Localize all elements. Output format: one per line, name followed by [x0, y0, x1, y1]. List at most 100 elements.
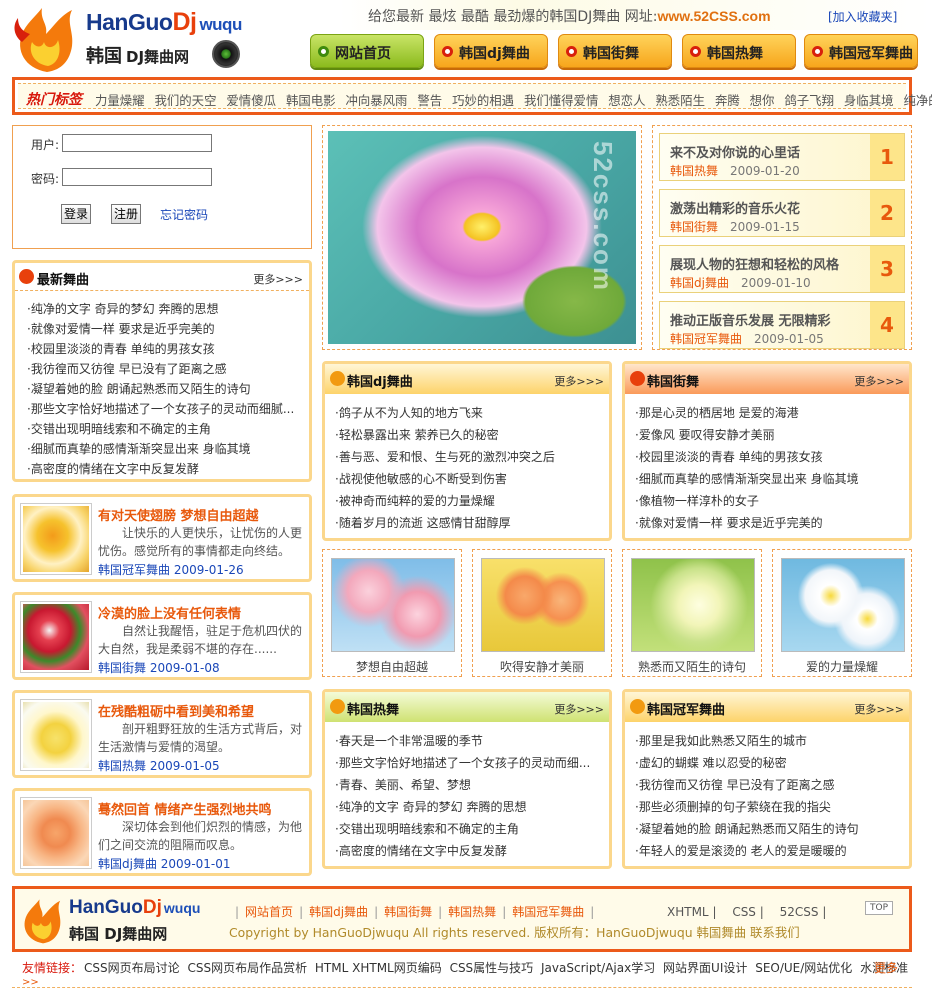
nav-home[interactable]: 网站首页 [310, 34, 424, 68]
forgot-password-link[interactable]: 忘记密码 [160, 206, 208, 223]
feature-thumbnail[interactable] [20, 503, 92, 575]
more-link[interactable]: 更多>>> [854, 701, 904, 717]
list-item[interactable]: ·我彷徨而又彷徨 早已没有了距离之感 [27, 362, 227, 376]
list-item[interactable]: ·像植物一样淳朴的女子 [635, 494, 759, 508]
rank-item[interactable]: 激荡出精彩的音乐火花 韩国街舞 2009-01-15 2 [659, 189, 905, 237]
list-item[interactable]: ·轻松暴露出来 萦养已久的秘密 [335, 428, 499, 442]
footer-link[interactable]: 韩国dj舞曲 [309, 905, 368, 919]
footer-link[interactable]: 韩国街舞 [384, 905, 432, 919]
list-item[interactable]: ·高密度的情绪在文字中反复发酵 [27, 462, 199, 476]
hot-tag[interactable]: 奔腾 [715, 93, 740, 108]
list-item[interactable]: ·战视使他敏感的心不断受到伤害 [335, 472, 507, 486]
list-item[interactable]: ·随着岁月的流逝 这感情甘甜醇厚 [335, 516, 511, 530]
hot-tag[interactable]: 巧妙的相遇 [452, 93, 514, 108]
footer-link[interactable]: 韩国冠军舞曲 [512, 905, 584, 919]
friend-link[interactable]: 网站界面UI设计 [663, 961, 747, 975]
nav-dj[interactable]: 韩国dj舞曲 [434, 34, 548, 68]
list-item[interactable]: ·青春、美丽、希望、梦想 [335, 778, 471, 792]
feature-thumbnail[interactable] [20, 699, 92, 771]
latest-more-link[interactable]: 更多>>> [253, 271, 303, 287]
rank-item[interactable]: 来不及对你说的心里话 韩国热舞 2009-01-20 1 [659, 133, 905, 181]
feature-thumbnail[interactable] [20, 797, 92, 869]
hot-tag[interactable]: 鸽子飞翔 [784, 93, 834, 108]
hot-tag[interactable]: 爱情傻瓜 [226, 93, 276, 108]
list-item[interactable]: ·年轻人的爱是滚烫的 老人的爱是暖暖的 [635, 844, 847, 858]
hot-tag[interactable]: 警告 [417, 93, 442, 108]
list-item[interactable]: ·纯净的文字 奇异的梦幻 奔腾的思想 [27, 302, 218, 316]
list-item[interactable]: ·纯净的文字 奇异的梦幻 奔腾的思想 [335, 800, 526, 814]
photo-card[interactable]: 吹得安静才美丽 [472, 549, 612, 677]
friend-more-link[interactable]: 更多 [874, 959, 898, 976]
feature-item[interactable]: 在残酷粗砺中看到美和希望 剖开粗野狂放的生活方式背后，对生活激情与爱情的渴望。 … [12, 690, 312, 778]
footer-logo[interactable]: HanGuoDj wuqu 韩国 DJ舞曲网 [19, 893, 219, 947]
list-item[interactable]: ·细腻而真挚的感情渐渐突显出来 身临其境 [635, 472, 859, 486]
feature-thumbnail[interactable] [20, 601, 92, 673]
list-item[interactable]: ·那里是我如此熟悉又陌生的城市 [635, 734, 807, 748]
list-item[interactable]: ·凝望着她的脸 朗诵起熟悉而又陌生的诗句 [635, 822, 859, 836]
feature-title[interactable]: 蓦然回首 情绪产生强烈地共鸣 [98, 799, 272, 818]
list-item[interactable]: ·那些文字恰好地描述了一个女孩子的灵动而细... [335, 756, 590, 770]
standard-link[interactable]: XHTML [667, 905, 709, 919]
photo-image[interactable] [631, 558, 755, 652]
hot-tag[interactable]: 身临其境 [844, 93, 894, 108]
photo-card[interactable]: 爱的力量燥耀 [772, 549, 912, 677]
list-item[interactable]: ·凝望着她的脸 朗诵起熟悉而又陌生的诗句 [27, 382, 251, 396]
friend-link[interactable]: CSS网页布局讨论 [84, 961, 180, 975]
featured-photo[interactable]: 52css.com [322, 125, 642, 350]
friend-link[interactable]: JavaScript/Ajax学习 [541, 961, 655, 975]
login-button[interactable]: 登录 [61, 204, 92, 224]
hot-tag[interactable]: 纯净的文字 [903, 93, 932, 108]
nav-hot[interactable]: 韩国热舞 [682, 34, 796, 68]
hot-tag[interactable]: 我们的天空 [155, 93, 217, 108]
username-input[interactable] [62, 134, 212, 152]
password-input[interactable] [62, 168, 212, 186]
friend-link[interactable]: SEO/UE/网站优化 [755, 961, 852, 975]
rank-item[interactable]: 展现人物的狂想和轻松的风格 韩国dj舞曲 2009-01-10 3 [659, 245, 905, 293]
feature-item[interactable]: 冷漠的脸上没有任何表情 自然让我醒悟，驻足于危机四伏的大自然，我是柔弱不堪的存在… [12, 592, 312, 680]
friend-link[interactable]: CSS网页布局作品赏析 [187, 961, 307, 975]
nav-street[interactable]: 韩国街舞 [558, 34, 672, 68]
photo-image[interactable] [781, 558, 905, 652]
footer-link[interactable]: 网站首页 [245, 905, 293, 919]
list-item[interactable]: ·就像对爱情一样 要求是近乎完美的 [635, 516, 823, 530]
list-item[interactable]: ·细腻而真挚的感情渐渐突显出来 身临其境 [27, 442, 251, 456]
standard-link[interactable]: 52CSS [780, 905, 819, 919]
list-item[interactable]: ·善与恶、爱和恨、生与死的激烈冲突之后 [335, 450, 555, 464]
photo-card[interactable]: 熟悉而又陌生的诗句 [622, 549, 762, 677]
list-item[interactable]: ·爱像风 要叹得安静才美丽 [635, 428, 775, 442]
list-item[interactable]: ·鸽子从不为人知的地方飞来 [335, 406, 483, 420]
hot-tag[interactable]: 想恋人 [608, 93, 645, 108]
list-item[interactable]: ·就像对爱情一样 要求是近乎完美的 [27, 322, 215, 336]
feature-item[interactable]: 有对天使翅膀 梦想自由超越 让快乐的人更快乐，让忧伤的人更忧伤。感觉所有的事情都… [12, 494, 312, 582]
list-item[interactable]: ·高密度的情绪在文字中反复发酵 [335, 844, 507, 858]
photo-image[interactable] [481, 558, 605, 652]
hot-tag[interactable]: 力量燥耀 [95, 93, 145, 108]
list-item[interactable]: ·春天是一个非常温暖的季节 [335, 734, 483, 748]
rank-item[interactable]: 推动正版音乐发展 无限精彩 韩国冠军舞曲 2009-01-05 4 [659, 301, 905, 349]
standard-link[interactable]: CSS [732, 905, 756, 919]
register-button[interactable]: 注册 [111, 204, 142, 224]
more-link[interactable]: 更多>>> [554, 373, 604, 389]
list-item[interactable]: ·交错出现明暗线索和不确定的主角 [27, 422, 211, 436]
list-item[interactable]: ·那些文字恰好地描述了一个女孩子的灵动而细腻... [27, 402, 294, 416]
photo-card[interactable]: 梦想自由超越 [322, 549, 462, 677]
list-item[interactable]: ·虚幻的蝴蝶 难以忍受的秘密 [635, 756, 787, 770]
list-item[interactable]: ·交错出现明暗线索和不确定的主角 [335, 822, 519, 836]
feature-item[interactable]: 蓦然回首 情绪产生强烈地共鸣 深切体会到他们炽烈的情感，为他们之间交流的阻隔而叹… [12, 788, 312, 876]
hot-tag[interactable]: 冲向暴风雨 [345, 93, 407, 108]
back-to-top-button[interactable]: TOP [864, 901, 893, 915]
hot-tag[interactable]: 韩国电影 [286, 93, 336, 108]
lotus-image[interactable]: 52css.com [328, 131, 636, 344]
more-link[interactable]: 更多>>> [854, 373, 904, 389]
site-logo[interactable]: HanGuoDj wuqu 韩国 DJ舞曲网 [10, 2, 280, 74]
more-link[interactable]: 更多>>> [554, 701, 604, 717]
feature-title[interactable]: 有对天使翅膀 梦想自由超越 [98, 505, 259, 524]
footer-link[interactable]: 韩国热舞 [448, 905, 496, 919]
hot-tag[interactable]: 熟悉陌生 [655, 93, 705, 108]
list-item[interactable]: ·那是心灵的栖居地 是爱的海港 [635, 406, 799, 420]
list-item[interactable]: ·我彷徨而又彷徨 早已没有了距离之感 [635, 778, 835, 792]
hot-tag[interactable]: 我们懂得爱情 [524, 93, 598, 108]
photo-image[interactable] [331, 558, 455, 652]
list-item[interactable]: ·那些必须删掉的句子萦绕在我的指尖 [635, 800, 831, 814]
hot-tag[interactable]: 想你 [750, 93, 775, 108]
